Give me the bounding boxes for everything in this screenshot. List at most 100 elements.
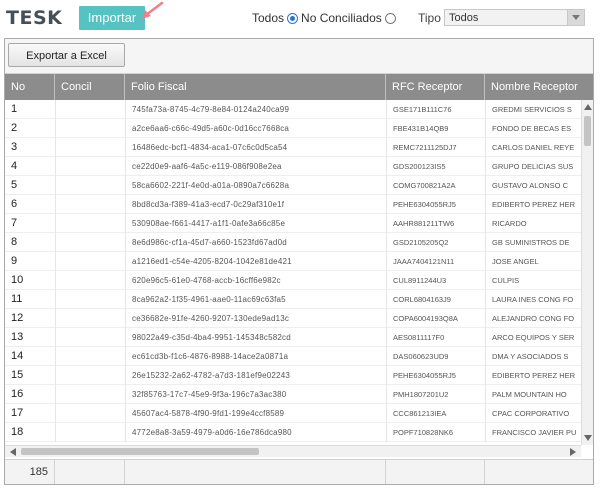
scroll-left-icon[interactable] (8, 447, 18, 457)
cell-rfc: CCC861213IEA (386, 404, 485, 423)
cell-concil (55, 309, 125, 328)
table-row[interactable]: 11 8ca962a2-1f35-4961-aae0-11ac69c63fa5 CO… (5, 290, 581, 309)
cell-folio: 16486edc-bcf1-4834-aca1-07c6c0d5ca54 (125, 138, 386, 157)
cell-concil (55, 157, 125, 176)
cell-concil (55, 271, 125, 290)
grid-header: No Concil Folio Fiscal RFC Receptor Nomb… (5, 74, 593, 100)
chevron-down-icon[interactable] (567, 10, 584, 25)
cell-concil (55, 252, 125, 271)
import-button[interactable]: Importar (79, 6, 145, 30)
table-row[interactable]: 16 32f85763-17c7-45e9-9f3a-196c7a3ac380 PM… (5, 385, 581, 404)
scroll-down-icon[interactable] (583, 433, 593, 443)
radio-todos[interactable] (287, 12, 299, 24)
cell-nombre: FRANCISCO JAVIER PU (485, 423, 581, 442)
cell-rfc: PEHE6304055RJ5 (386, 195, 485, 214)
cell-nombre: GUSTAVO ALONSO C (485, 176, 581, 195)
cell-no: 10 (11, 274, 24, 286)
table-row[interactable]: 8 8e6d986c-cf1a-45d7-a660-1523fd67ad0d GSD… (5, 233, 581, 252)
cell-folio: 8e6d986c-cf1a-45d7-a660-1523fd67ad0d (125, 233, 386, 252)
cell-nombre: FONDO DE BECAS ES (485, 119, 581, 138)
cell-rfc: DAS060623UD9 (386, 347, 485, 366)
cell-rfc: GSE171B111C76 (386, 100, 485, 119)
cell-nombre: CULPIS (485, 271, 581, 290)
table-row[interactable]: 14 ec61cd3b-f1c6-4876-8988-14ace2a0871a DA… (5, 347, 581, 366)
horizontal-scroll-thumb[interactable] (21, 448, 259, 455)
table-row[interactable]: 10 620e96c5-61e0-4768-accb-16cff6e982c CUL… (5, 271, 581, 290)
cell-nombre: CARLOS DANIEL REYE (485, 138, 581, 157)
column-header-no[interactable]: No (5, 74, 55, 100)
cell-folio: ce36682e-91fe-4260-9207-130ede9ad13c (125, 309, 386, 328)
radio-no-conciliados[interactable] (384, 12, 396, 24)
cell-rfc: CORL6804163J9 (386, 290, 485, 309)
cell-no: 6 (11, 198, 18, 210)
table-row[interactable]: 2 a2ce6aa6-c66c-49d5-a60c-0d16cc7668ca FBE… (5, 119, 581, 138)
table-row[interactable]: 5 58ca6602-221f-4e0d-a01a-0890a7c6628a COM… (5, 176, 581, 195)
table-row[interactable]: 9 a1216ed1-c54e-4205-8204-1042e81de421 JAA… (5, 252, 581, 271)
table-row[interactable]: 1 745fa73a-8745-4c79-8e84-0124a240ca99 GSE… (5, 100, 581, 119)
cell-concil (55, 366, 125, 385)
vertical-scroll-thumb[interactable] (584, 116, 591, 146)
cell-no: 17 (11, 407, 24, 419)
cell-folio: 32f85763-17c7-45e9-9f3a-196c7a3ac380 (125, 385, 386, 404)
table-row[interactable]: 6 8bd8cd3a-f389-41a3-ecd7-0c29af310e1f PEH… (5, 195, 581, 214)
column-header-nombre-receptor[interactable]: Nombre Receptor (485, 74, 593, 100)
filter-radio-group: Todos No Conciliados (252, 11, 399, 25)
cell-folio: 530908ae-f661-4417-a1f1-0afe3a66c85e (125, 214, 386, 233)
export-excel-button[interactable]: Exportar a Excel (8, 43, 125, 67)
cell-concil (55, 176, 125, 195)
grid-toolbar: Exportar a Excel (5, 39, 593, 74)
cell-folio: 45607ac4-5878-4f90-9fd1-199e4ccf8589 (125, 404, 386, 423)
column-header-folio-fiscal[interactable]: Folio Fiscal (125, 74, 386, 100)
cell-folio: 26e15232-2a62-4782-a7d3-181ef9e02243 (125, 366, 386, 385)
cell-no: 8 (11, 236, 18, 248)
cell-rfc: PEHE6304055RJ5 (386, 366, 485, 385)
grid-footer: 185 (5, 459, 593, 484)
table-row[interactable]: 17 45607ac4-5878-4f90-9fd1-199e4ccf8589 CC… (5, 404, 581, 423)
cell-rfc: JAAA7404121N11 (386, 252, 485, 271)
cell-no: 1 (11, 103, 18, 115)
cell-concil (55, 233, 125, 252)
cell-nombre: ALEJANDRO CONG FO (485, 309, 581, 328)
cell-concil (55, 138, 125, 157)
cell-folio: 8bd8cd3a-f389-41a3-ecd7-0c29af310e1f (125, 195, 386, 214)
cell-rfc: AES0811117F0 (386, 328, 485, 347)
cell-folio: ec61cd3b-f1c6-4876-8988-14ace2a0871a (125, 347, 386, 366)
cell-no: 15 (11, 369, 24, 381)
cell-nombre: GRUPO DELICIAS SUS (485, 157, 581, 176)
cell-no: 16 (11, 388, 24, 400)
column-header-concil[interactable]: Concil (55, 74, 125, 100)
table-row[interactable]: 12 ce36682e-91fe-4260-9207-130ede9ad13c CO… (5, 309, 581, 328)
top-bar: TESK Importar Todos No Conciliados Tipo … (0, 0, 602, 38)
table-row[interactable]: 3 16486edc-bcf1-4834-aca1-07c6c0d5ca54 REM… (5, 138, 581, 157)
cell-no: 2 (11, 122, 18, 134)
scroll-up-icon[interactable] (583, 102, 593, 112)
cell-no: 14 (11, 350, 24, 362)
table-row[interactable]: 18 4772e8a8-3a59-4979-a0d6-16e786dca980 PO… (5, 423, 581, 442)
cell-concil (55, 119, 125, 138)
column-header-rfc-receptor[interactable]: RFC Receptor (386, 74, 485, 100)
scroll-right-icon[interactable] (568, 447, 578, 457)
record-count: 185 (5, 460, 55, 484)
cell-no: 9 (11, 255, 18, 267)
cell-rfc: AAHR881211TW6 (386, 214, 485, 233)
table-row[interactable]: 15 26e15232-2a62-4782-a7d3-181ef9e02243 PE… (5, 366, 581, 385)
footer-cell (125, 460, 386, 484)
horizontal-scrollbar[interactable] (5, 445, 581, 457)
cell-concil (55, 100, 125, 119)
cell-nombre: ARCO EQUIPOS Y SER (485, 328, 581, 347)
vertical-scrollbar[interactable] (581, 100, 593, 445)
tipo-select[interactable]: Todos (444, 9, 585, 26)
arrow-icon (142, 1, 164, 19)
footer-cell (386, 460, 485, 484)
table-row[interactable]: 4 ce22d0e9-aaf6-4a5c-e119-086f908e2ea GDS2… (5, 157, 581, 176)
cell-rfc: POPF710828NK6 (386, 423, 485, 442)
radio-no-conciliados-label: No Conciliados (301, 11, 382, 25)
cell-no: 5 (11, 179, 18, 191)
cell-folio: 58ca6602-221f-4e0d-a01a-0890a7c6628a (125, 176, 386, 195)
footer-cell (55, 460, 125, 484)
table-row[interactable]: 7 530908ae-f661-4417-a1f1-0afe3a66c85e AAH… (5, 214, 581, 233)
table-row[interactable]: 13 98022a49-c35d-4ba4-9951-145348c582cd AE… (5, 328, 581, 347)
cell-nombre: CPAC CORPORATIVO (485, 404, 581, 423)
tipo-label: Tipo (418, 11, 441, 25)
cell-folio: ce22d0e9-aaf6-4a5c-e119-086f908e2ea (125, 157, 386, 176)
